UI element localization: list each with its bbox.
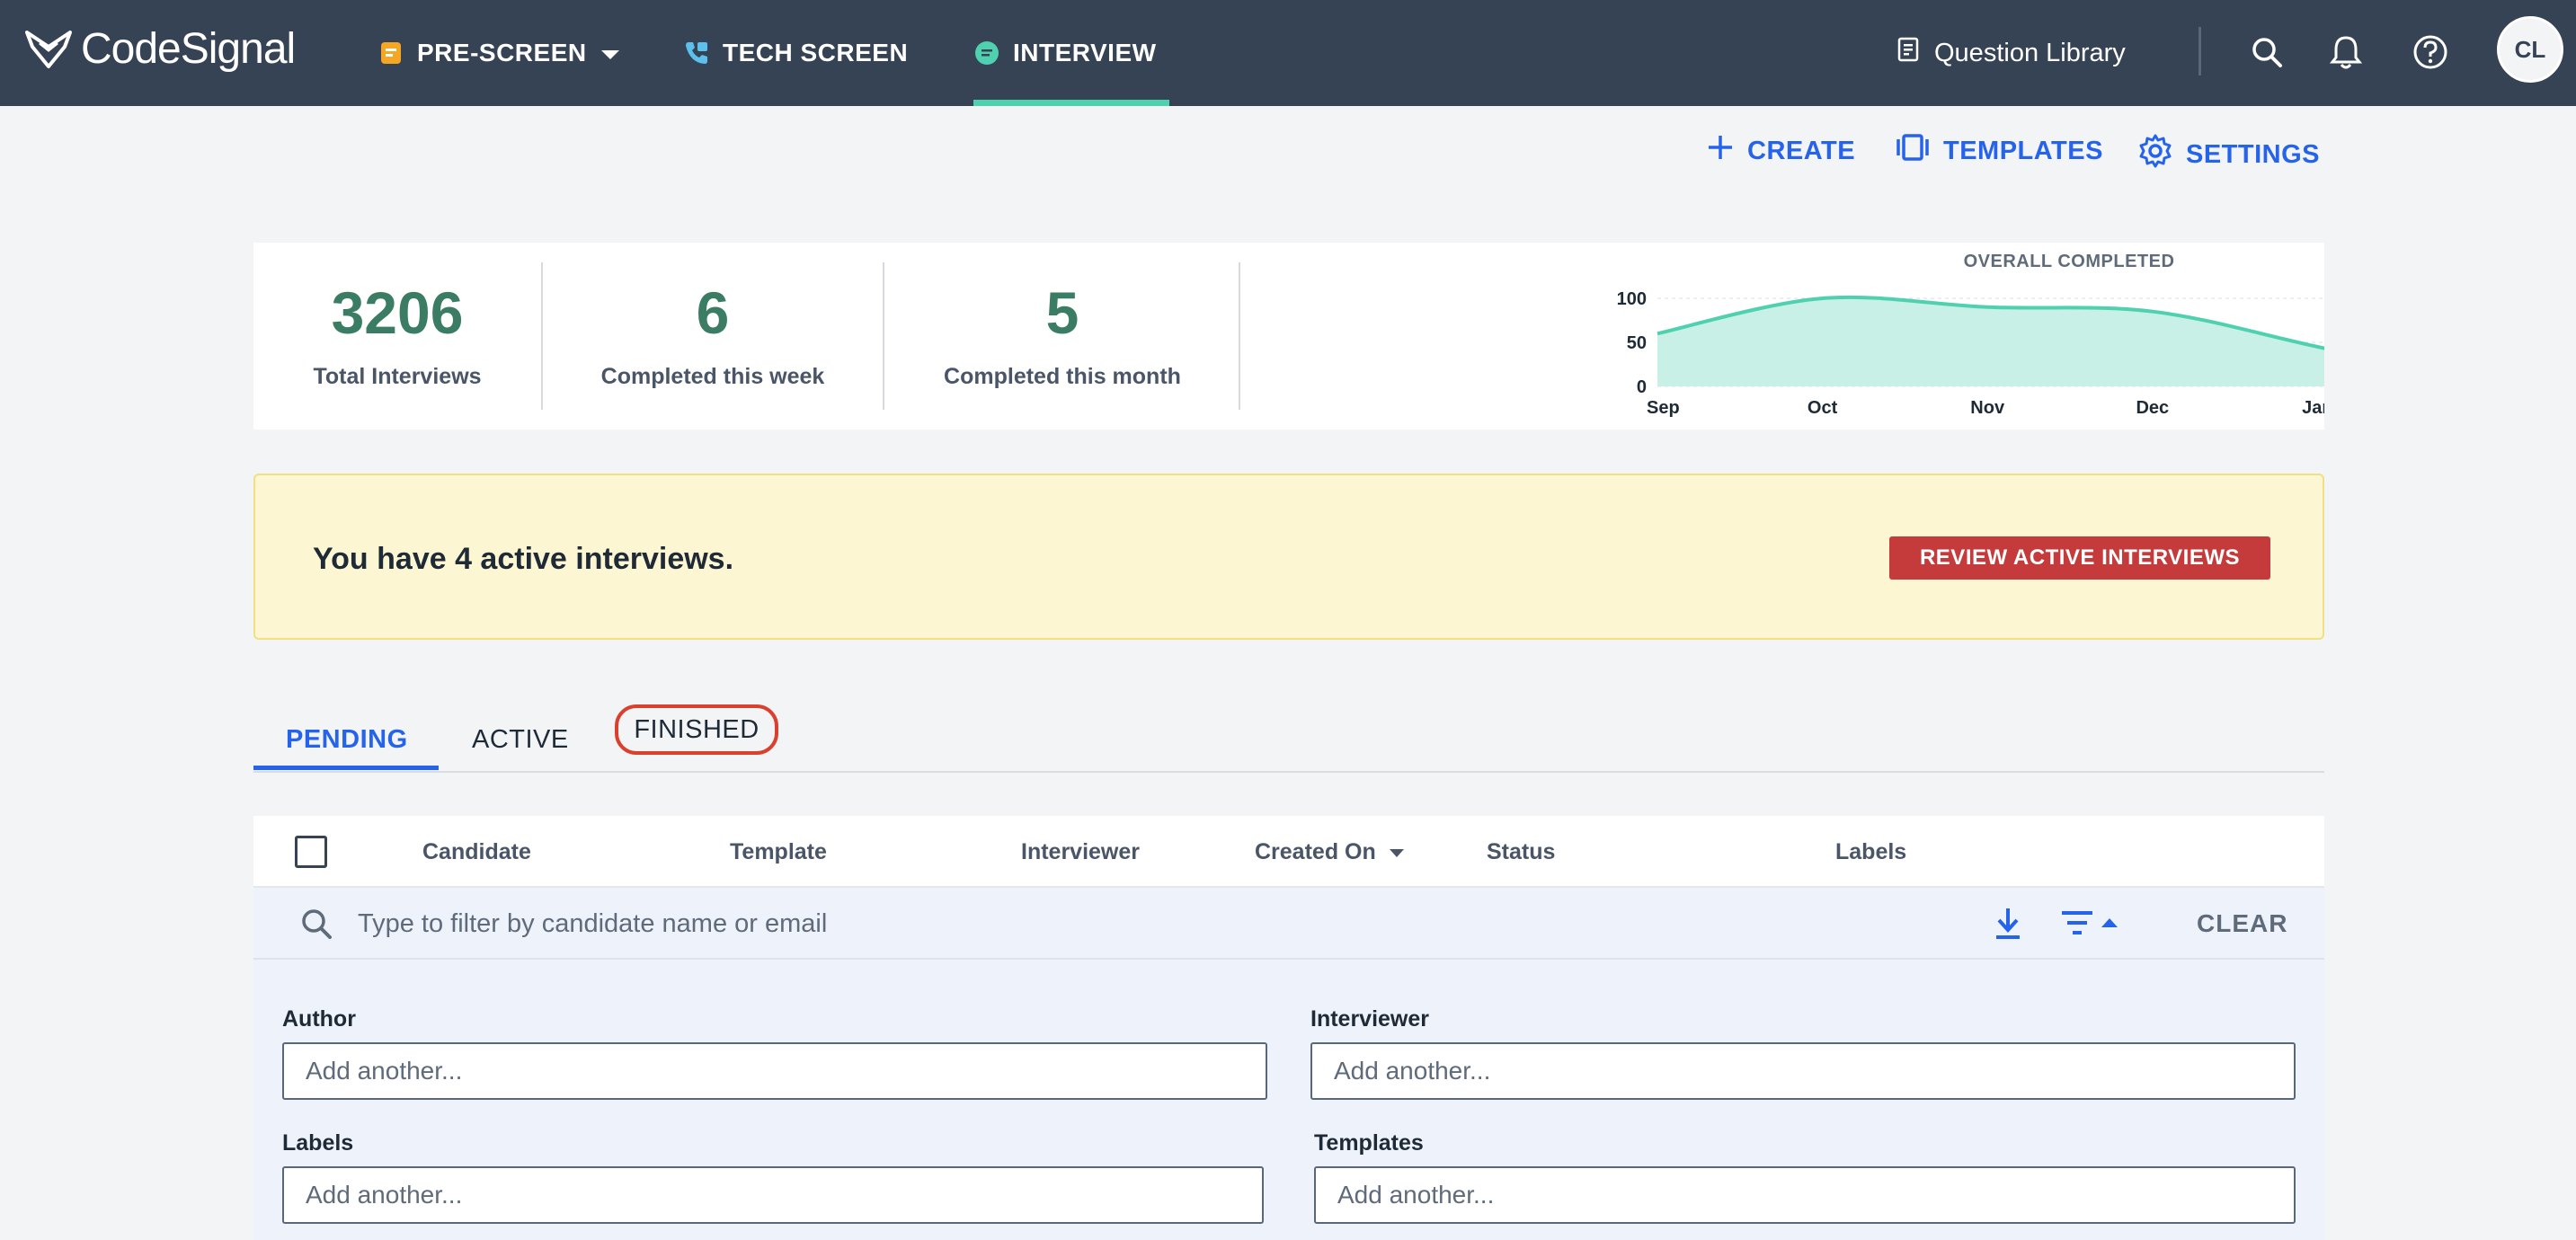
stat-divider xyxy=(1239,262,1240,410)
nav-pre-screen[interactable]: PRE-SCREEN xyxy=(378,0,621,106)
column-interviewer[interactable]: Interviewer xyxy=(1021,816,1140,888)
download-icon[interactable] xyxy=(1992,906,2024,946)
stat-label: Total Interviews xyxy=(313,363,482,389)
column-created-on[interactable]: Created On xyxy=(1255,816,1405,888)
column-candidate[interactable]: Candidate xyxy=(422,816,531,888)
y-tick-label: 50 xyxy=(1627,333,1647,353)
codesignal-logo-icon xyxy=(23,27,74,70)
stat-value: 3206 xyxy=(331,279,464,346)
codesignal-logo[interactable]: CodeSignal xyxy=(23,23,296,74)
filter-toggle-button[interactable] xyxy=(2060,908,2119,943)
templates-filter-label: Templates xyxy=(1314,1130,1424,1156)
select-all-checkbox[interactable] xyxy=(295,836,327,868)
create-label: CREATE xyxy=(1747,136,1856,165)
stats-panel: 3206 Total Interviews 6 Completed this w… xyxy=(253,243,2324,430)
stat-label: Completed this month xyxy=(944,363,1181,389)
templates-label: TEMPLATES xyxy=(1943,136,2103,165)
stat-value: 5 xyxy=(1045,279,1079,346)
book-icon xyxy=(1896,37,1920,69)
chevron-up-icon xyxy=(2100,917,2119,934)
settings-button[interactable]: SETTINGS xyxy=(2137,133,2320,176)
table-header: Candidate Template Interviewer Created O… xyxy=(253,816,2324,888)
templates-icon xyxy=(1895,133,1931,169)
banner-message: You have 4 active interviews. xyxy=(313,542,734,576)
y-tick-label: 0 xyxy=(1637,377,1647,397)
nav-tech-screen[interactable]: TECH SCREEN xyxy=(683,0,908,106)
brand-name: CodeSignal xyxy=(81,24,296,73)
tab-active[interactable]: ACTIVE xyxy=(472,708,569,771)
plus-icon xyxy=(1706,133,1735,169)
tab-active-indicator xyxy=(253,766,439,770)
stat-value: 6 xyxy=(696,279,730,346)
x-tick-label: Jan xyxy=(2302,398,2324,418)
review-active-interviews-button[interactable]: REVIEW ACTIVE INTERVIEWS xyxy=(1889,536,2270,580)
column-created-on-label: Created On xyxy=(1255,838,1376,864)
x-tick-label: Dec xyxy=(2136,398,2169,418)
column-labels[interactable]: Labels xyxy=(1835,816,1906,888)
labels-filter-label: Labels xyxy=(282,1130,354,1156)
nav-interview-label: INTERVIEW xyxy=(1013,39,1157,66)
active-interviews-banner: You have 4 active interviews. REVIEW ACT… xyxy=(253,474,2324,640)
x-tick-label: Oct xyxy=(1808,398,1838,418)
tab-pending[interactable]: PENDING xyxy=(286,708,408,771)
help-icon[interactable] xyxy=(2405,27,2456,77)
filter-icon xyxy=(2060,908,2094,943)
labels-filter-input[interactable] xyxy=(282,1166,1264,1224)
overall-completed-chart: 100500SepOctNovDecJanFeb xyxy=(1617,289,2324,418)
stat-completed-month: 5 Completed this month xyxy=(884,243,1240,430)
search-icon[interactable] xyxy=(2242,27,2292,77)
avatar[interactable]: CL xyxy=(2497,16,2563,83)
y-tick-label: 100 xyxy=(1617,289,1647,309)
column-status[interactable]: Status xyxy=(1487,816,1555,888)
chevron-down-icon xyxy=(600,39,621,67)
search-icon xyxy=(298,906,334,946)
phone-icon xyxy=(683,40,710,66)
filter-fields-panel: Author Interviewer Labels Templates xyxy=(253,960,2324,1240)
stat-completed-week: 6 Completed this week xyxy=(543,243,883,430)
create-button[interactable]: CREATE xyxy=(1706,133,1855,169)
chat-icon xyxy=(973,40,1000,66)
stat-label: Completed this week xyxy=(600,363,825,389)
nav-tech-screen-label: TECH SCREEN xyxy=(723,39,909,66)
top-nav: CodeSignal PRE-SCREEN TECH SCREEN INTERV… xyxy=(0,0,2576,106)
tabs-divider xyxy=(253,771,2324,773)
column-template[interactable]: Template xyxy=(730,816,827,888)
nav-pre-screen-label: PRE-SCREEN xyxy=(417,39,587,66)
nav-interview[interactable]: INTERVIEW xyxy=(973,0,1169,106)
x-tick-label: Nov xyxy=(1970,398,2005,418)
candidate-filter-input[interactable] xyxy=(358,900,1796,947)
tab-finished[interactable]: FINISHED xyxy=(615,704,778,755)
x-tick-label: Sep xyxy=(1647,398,1680,418)
filter-bar: CLEAR xyxy=(253,888,2324,960)
author-filter-input[interactable] xyxy=(282,1042,1267,1100)
interviewer-filter-input[interactable] xyxy=(1310,1042,2296,1100)
prescreen-icon xyxy=(378,40,404,66)
question-library-label: Question Library xyxy=(1934,38,2126,67)
nav-divider xyxy=(2198,27,2201,75)
sort-desc-icon xyxy=(1389,839,1405,865)
templates-button[interactable]: TEMPLATES xyxy=(1895,133,2103,169)
templates-filter-input[interactable] xyxy=(1314,1166,2296,1224)
author-filter-label: Author xyxy=(282,1006,356,1032)
clear-filters-button[interactable]: CLEAR xyxy=(2197,888,2287,960)
stat-total-interviews: 3206 Total Interviews xyxy=(253,243,541,430)
interviewer-filter-label: Interviewer xyxy=(1310,1006,1430,1032)
gear-icon xyxy=(2137,133,2173,176)
question-library-link[interactable]: Question Library xyxy=(1896,0,2126,106)
bell-icon[interactable] xyxy=(2321,27,2371,77)
settings-label: SETTINGS xyxy=(2186,139,2321,169)
